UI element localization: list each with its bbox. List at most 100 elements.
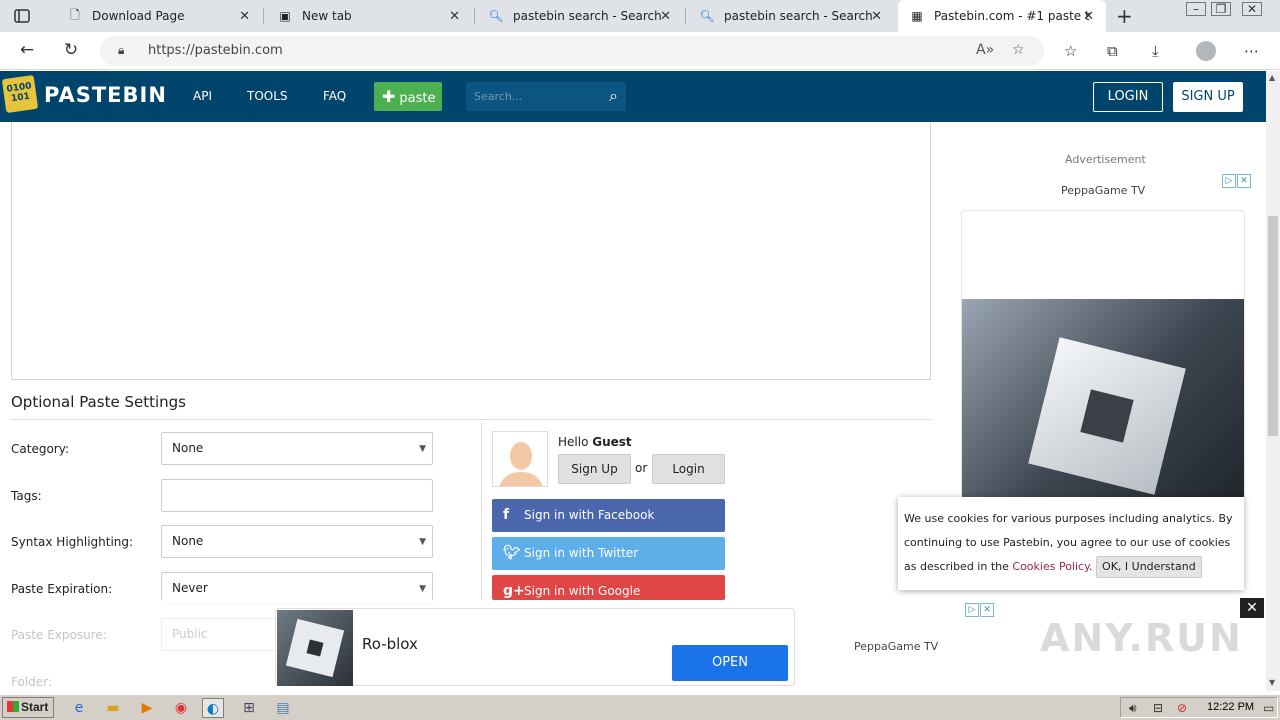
paste-textarea[interactable] (11, 122, 931, 380)
chevron-down-icon: ▼ (419, 584, 426, 594)
tab-search-1[interactable]: 🔍︎ pastebin search - Search ✕ (477, 0, 683, 32)
roblox-logo-icon (1028, 337, 1186, 495)
open-app-button[interactable]: OPEN (672, 645, 788, 681)
sidebar-ad-name[interactable]: PeppaGame TV (1061, 184, 1145, 197)
cookies-policy-link[interactable]: Cookies Policy (1012, 560, 1089, 573)
syntax-select[interactable]: None ▼ (161, 525, 433, 558)
newtab-icon: ▣ (279, 9, 291, 23)
category-label: Category: (11, 442, 69, 456)
notepad-icon[interactable]: ▤ (272, 698, 294, 718)
google-signin-button[interactable]: g+ Sign in with Google (492, 575, 725, 600)
lock-icon[interactable]: 🔒︎ (118, 43, 124, 58)
profile-avatar[interactable] (1196, 41, 1216, 61)
address-bar[interactable]: 🔒︎ https://pastebin.com A» ☆ (100, 36, 1044, 66)
close-icon[interactable]: ✕ (660, 9, 671, 24)
close-icon[interactable]: ✕ (449, 9, 460, 24)
pastebin-logo-icon[interactable]: 0100 101 (1, 74, 39, 114)
refresh-icon[interactable]: ↻ (60, 40, 82, 60)
system-tray: 🔊︎ ⊟ ⊘ ▭ (1120, 697, 1278, 718)
new-paste-button[interactable]: ✚ paste (374, 82, 442, 111)
site-header: 0100 101 PASTEBIN API TOOLS FAQ ✚ paste Se… (0, 71, 1266, 122)
chevron-down-icon: ▼ (419, 537, 426, 547)
cookie-accept-button[interactable]: OK, I Understand (1096, 556, 1202, 578)
site-search[interactable]: Search... ⌕ (466, 82, 626, 111)
more-menu-icon[interactable]: ⋯ (1244, 42, 1259, 60)
close-icon[interactable]: ✕ (1083, 9, 1094, 24)
adchoices-icon[interactable]: ▷ (965, 603, 979, 617)
url-text[interactable]: https://pastebin.com (148, 43, 283, 58)
expiration-label: Paste Expiration: (11, 582, 113, 596)
close-icon[interactable]: ✕ (239, 9, 250, 24)
page-scrollbar[interactable]: ▲ ▼ (1266, 71, 1280, 691)
clock: 12:22 PM (1207, 701, 1255, 713)
network-tool-icon[interactable]: ⊞ (238, 698, 260, 718)
chrome-icon[interactable]: ◉ (170, 698, 192, 718)
category-select[interactable]: None ▼ (161, 432, 433, 465)
divider (11, 419, 931, 420)
nav-api[interactable]: API (193, 89, 212, 103)
edge-icon[interactable]: ◐ (202, 698, 224, 718)
close-icon[interactable]: ✕ (871, 9, 882, 24)
close-icon[interactable]: ✕ (1240, 598, 1264, 618)
guest-signup-button[interactable]: Sign Up (558, 454, 631, 484)
scroll-down-icon[interactable]: ▼ (1269, 678, 1275, 687)
tab-search-2[interactable]: 🔍︎ pastebin search - Search ✕ (688, 0, 894, 32)
back-icon[interactable]: ← (16, 40, 38, 60)
network-icon[interactable]: ⊟ (1153, 701, 1163, 715)
roblox-ad-image[interactable] (962, 299, 1244, 499)
login-button[interactable]: LOGIN (1093, 82, 1163, 112)
ie-icon[interactable]: e (68, 698, 90, 718)
add-favorite-icon[interactable]: ☆ (1012, 42, 1025, 58)
or-text: or (635, 461, 648, 475)
tab-pastebin[interactable]: ▦ Pastebin.com - #1 paste t ✕ (898, 0, 1106, 32)
tab-actions-icon[interactable] (12, 6, 32, 26)
minimize-icon[interactable]: – (1186, 2, 1206, 16)
roblox-logo-center (1080, 389, 1134, 443)
tab-download-page[interactable]: 🗋 Download Page ✕ (56, 0, 262, 32)
restore-icon[interactable]: ❐ (1211, 2, 1231, 16)
google-plus-icon: g+ (503, 583, 525, 599)
google-label: Sign in with Google (524, 584, 641, 598)
read-aloud-icon[interactable]: A» (976, 42, 994, 58)
ad-close-icon[interactable]: ✕ (980, 603, 994, 617)
nav-faq[interactable]: FAQ (323, 89, 346, 103)
site-brand[interactable]: PASTEBIN (44, 83, 167, 107)
search-input[interactable]: Search... (474, 90, 522, 103)
window-close-icon[interactable]: ✕ (1242, 2, 1262, 16)
guest-name: Guest (592, 435, 632, 449)
volume-icon[interactable]: 🔊︎ (1129, 701, 1137, 716)
collections-icon[interactable]: ⧉ (1107, 42, 1118, 60)
tab-new-tab[interactable]: ▣ New tab ✕ (266, 0, 472, 32)
exposure-value: Public (172, 627, 208, 641)
start-button[interactable]: Start (2, 697, 54, 718)
tab-title: New tab (302, 9, 352, 23)
folder-label: Folder: (11, 675, 52, 689)
facebook-signin-button[interactable]: f Sign in with Facebook (492, 499, 725, 532)
security-alert-icon[interactable]: ⊘ (1177, 701, 1187, 715)
pastebin-icon: ▦ (911, 9, 923, 23)
ad-close-icon[interactable]: ✕ (1237, 174, 1251, 188)
media-player-icon[interactable]: ▶ (136, 698, 158, 718)
tab-divider (263, 8, 264, 24)
twitter-label: Sign in with Twitter (524, 546, 639, 560)
bottom-app-ad[interactable]: Ro-blox OPEN (275, 608, 795, 686)
folder-icon[interactable]: ▬ (102, 698, 124, 718)
favorites-icon[interactable]: ☆ (1064, 42, 1077, 60)
downloads-icon[interactable]: ⤓ (1152, 42, 1159, 60)
avatar (492, 431, 548, 487)
category-value: None (172, 441, 204, 455)
new-tab-icon[interactable]: + (1116, 4, 1133, 28)
scroll-up-icon[interactable]: ▲ (1269, 73, 1275, 82)
scroll-thumb[interactable] (1268, 216, 1278, 436)
adchoices-icon[interactable]: ▷ (1222, 174, 1236, 188)
sidebar-ad[interactable] (961, 210, 1245, 500)
nav-tools[interactable]: TOOLS (247, 89, 288, 103)
signup-button[interactable]: SIGN UP (1173, 82, 1243, 112)
search-icon[interactable]: ⌕ (609, 86, 618, 106)
twitter-signin-button[interactable]: 🐦︎ Sign in with Twitter (492, 537, 725, 570)
guest-login-button[interactable]: Login (652, 454, 725, 484)
tags-input[interactable] (161, 479, 433, 512)
show-desktop-icon[interactable]: ▭ (1263, 701, 1274, 715)
bottom-ad-name[interactable]: PeppaGame TV (854, 640, 938, 653)
chevron-down-icon: ▼ (419, 444, 426, 454)
